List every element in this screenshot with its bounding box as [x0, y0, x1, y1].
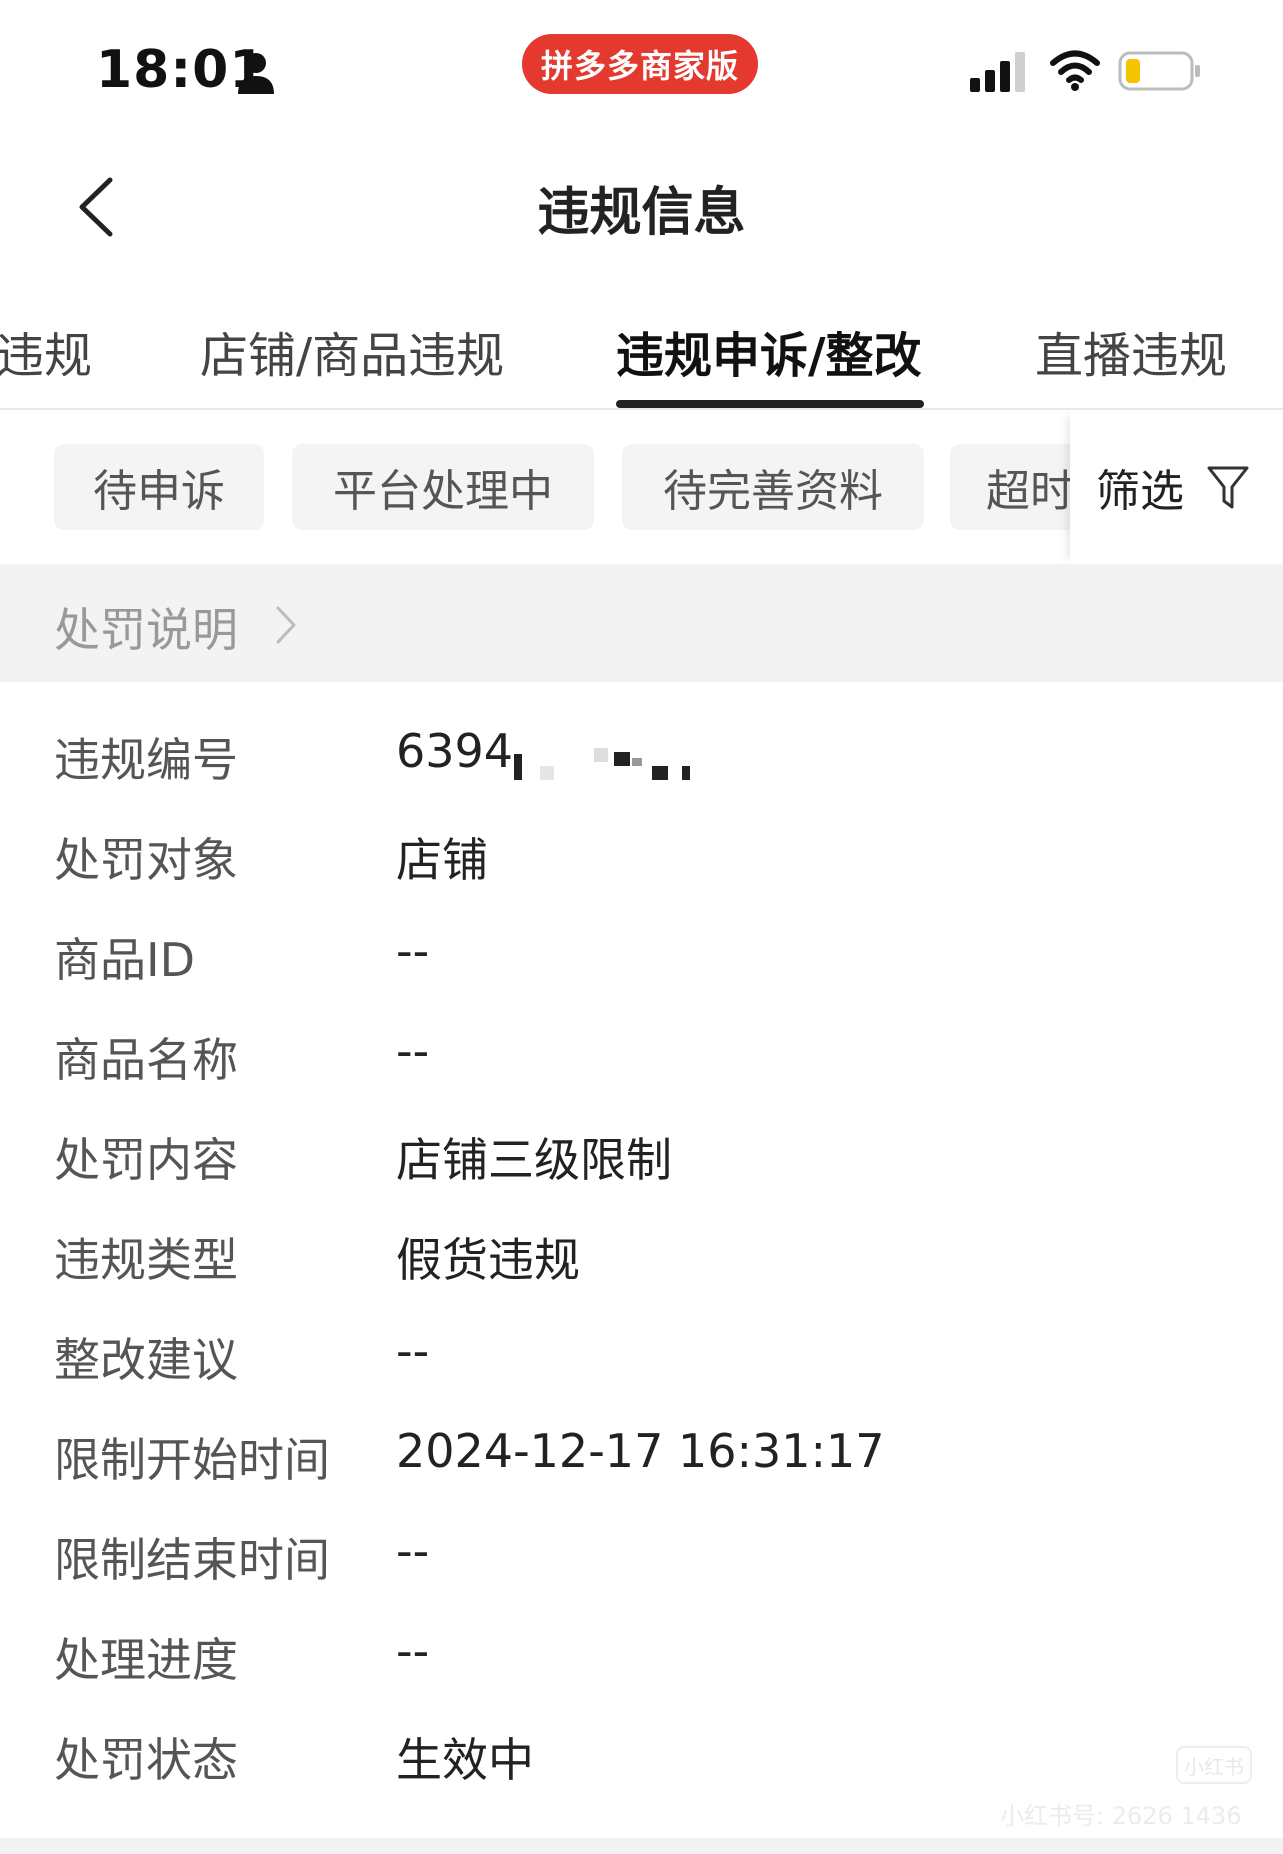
detail-value: --: [396, 1524, 430, 1578]
tab-live-violation[interactable]: 直播违规: [1035, 316, 1227, 386]
filter-button[interactable]: 筛选: [1070, 410, 1283, 564]
tab-violation[interactable]: 违规: [0, 316, 92, 386]
detail-label: 整改建议: [54, 1333, 238, 1387]
chevron-right-icon: [276, 606, 296, 644]
detail-label: 商品ID: [54, 933, 195, 987]
detail-row-progress: 处理进度 --: [0, 1600, 1283, 1700]
chip-pending-materials[interactable]: 待完善资料: [622, 444, 924, 530]
punishment-explanation-link[interactable]: 处罚说明: [0, 564, 1283, 682]
detail-label: 违规编号: [54, 733, 238, 787]
detail-label: 处罚内容: [54, 1133, 238, 1187]
detail-value: --: [396, 1024, 430, 1078]
tab-appeal-rectify[interactable]: 违规申诉/整改: [616, 316, 922, 386]
redaction-mask: [514, 748, 690, 780]
detail-value: --: [396, 924, 430, 978]
explanation-label: 处罚说明: [54, 603, 238, 657]
tab-shop-product-violation[interactable]: 店铺/商品违规: [200, 316, 504, 386]
status-bar: 18:01 拼多多商家版: [0, 0, 1283, 140]
filter-label: 筛选: [1096, 466, 1184, 517]
watermark-logo: 小红书: [1176, 1746, 1252, 1784]
detail-value: 假货违规: [396, 1233, 580, 1287]
violation-detail-list: 违规编号 6394 处罚对象 店铺 商品ID -- 商品名称 -- 处罚内容 店…: [0, 700, 1283, 1800]
chip-pending-appeal[interactable]: 待申诉: [54, 444, 264, 530]
detail-label: 限制开始时间: [54, 1433, 330, 1487]
detail-row-violation-number: 违规编号 6394: [0, 700, 1283, 800]
detail-row-violation-type: 违规类型 假货违规: [0, 1200, 1283, 1300]
signal-icon: [970, 52, 1025, 92]
detail-label: 处罚对象: [54, 833, 238, 887]
detail-label: 限制结束时间: [54, 1533, 330, 1587]
status-filter-chips: 待申诉 平台处理中 待完善资料 超时 筛选: [0, 410, 1283, 564]
tab-bar: 违规 店铺/商品违规 违规申诉/整改 直播违规: [0, 296, 1283, 410]
detail-row-punishment-status: 处罚状态 生效中: [0, 1700, 1283, 1800]
detail-label: 处理进度: [54, 1633, 238, 1687]
detail-label: 违规类型: [54, 1233, 238, 1287]
detail-row-rectify-suggestion: 整改建议 --: [0, 1300, 1283, 1400]
detail-row-restriction-start: 限制开始时间 2024-12-17 16:31:17: [0, 1400, 1283, 1500]
detail-label: 商品名称: [54, 1033, 238, 1087]
detail-value: --: [396, 1324, 430, 1378]
detail-value: 6394: [396, 724, 514, 778]
detail-label: 处罚状态: [54, 1733, 238, 1787]
detail-value: 店铺: [396, 833, 488, 887]
detail-row-punishment-content: 处罚内容 店铺三级限制: [0, 1100, 1283, 1200]
battery-icon: [1118, 51, 1200, 91]
app-badge[interactable]: 拼多多商家版: [522, 34, 758, 94]
detail-row-restriction-end: 限制结束时间 --: [0, 1500, 1283, 1600]
detail-value: --: [396, 1624, 430, 1678]
detail-row-product-id: 商品ID --: [0, 900, 1283, 1000]
detail-value: 2024-12-17 16:31:17: [396, 1424, 885, 1478]
bottom-divider: [0, 1838, 1283, 1854]
detail-value: 生效中: [396, 1733, 534, 1787]
page-title: 违规信息: [537, 183, 746, 243]
detail-row-product-name: 商品名称 --: [0, 1000, 1283, 1100]
detail-value: 店铺三级限制: [396, 1133, 672, 1187]
chip-platform-processing[interactable]: 平台处理中: [292, 444, 594, 530]
detail-row-punishment-target: 处罚对象 店铺: [0, 800, 1283, 900]
filter-icon: [1207, 466, 1249, 509]
active-tab-indicator: [616, 400, 924, 408]
watermark-text: 小红书号: 2626 1436: [1000, 1802, 1242, 1830]
person-icon: [238, 53, 274, 94]
wifi-icon: [1050, 50, 1100, 91]
